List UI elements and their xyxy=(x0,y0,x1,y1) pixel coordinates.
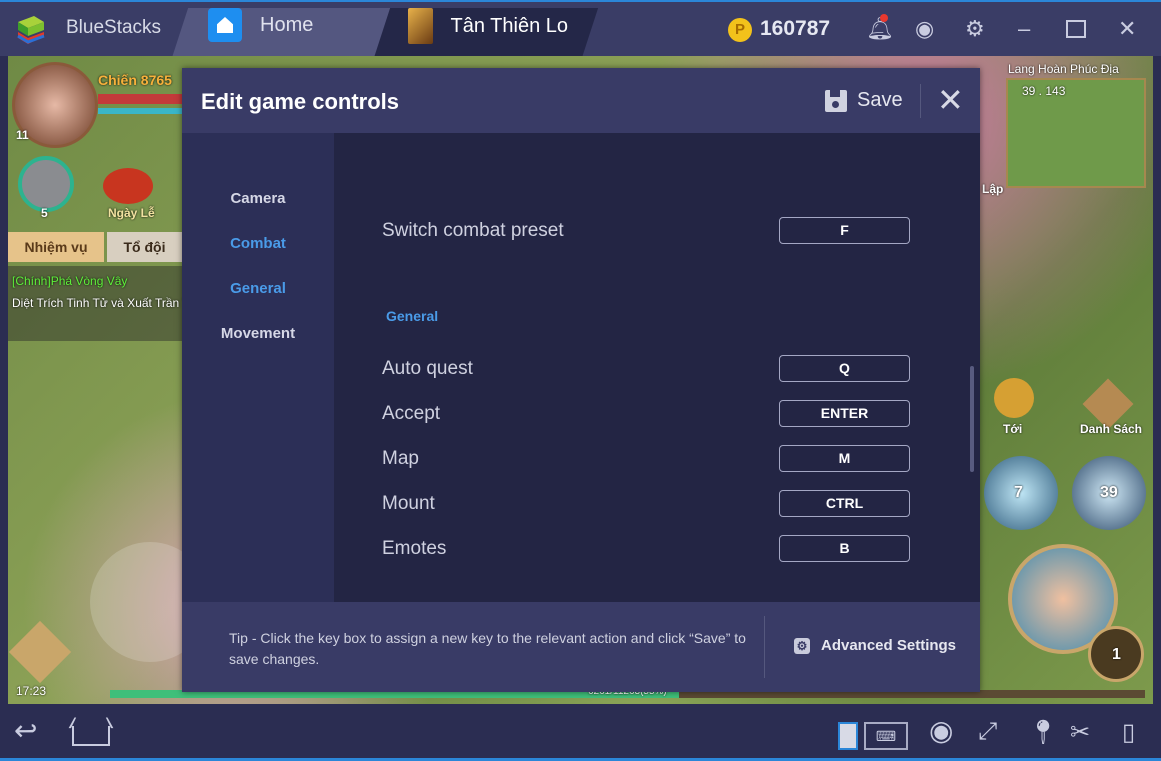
home-icon xyxy=(208,8,242,42)
quest-desc: Diệt Trích Tinh Tử và Xuất Trần Tử xyxy=(12,296,198,310)
clock: 17:23 xyxy=(16,684,47,698)
save-icon xyxy=(825,89,847,112)
toi-icon[interactable] xyxy=(994,378,1034,418)
save-button[interactable]: Save xyxy=(825,89,903,112)
gear-icon[interactable]: ⚙ xyxy=(965,16,985,42)
game-icon xyxy=(408,8,433,44)
category-sidebar: Camera Combat General Movement xyxy=(182,133,334,602)
minimize-icon[interactable]: – xyxy=(1018,16,1030,42)
key-box[interactable]: Q xyxy=(779,355,910,382)
quest-button[interactable]: Nhiệm vụ xyxy=(8,232,104,262)
sidebar-item-combat[interactable]: Combat xyxy=(182,235,334,252)
gear-icon: ⚙ xyxy=(794,637,810,654)
tab-game-label: Tân Thiên Lo xyxy=(450,14,569,37)
coin-count: 160787 xyxy=(760,17,831,40)
key-box[interactable]: CTRL xyxy=(779,490,910,517)
pet-avatar[interactable] xyxy=(18,156,74,212)
control-label: Emotes xyxy=(382,538,447,559)
control-label: Auto quest xyxy=(382,358,473,379)
app-brand: BlueStacks xyxy=(66,17,162,38)
dialog-header: Edit game controls Save ✕ xyxy=(182,68,980,133)
danh-sach-label: Danh Sách xyxy=(1080,422,1143,436)
combat-power: Chiến 8765 xyxy=(98,72,172,88)
footer-divider xyxy=(764,616,765,678)
hp-bar xyxy=(98,94,188,104)
skill-3-count: 1 xyxy=(1112,646,1121,663)
advanced-settings-label: Advanced Settings xyxy=(821,637,957,654)
coin-icon: P xyxy=(728,18,752,42)
control-label: Mount xyxy=(382,493,435,514)
camera-button[interactable] xyxy=(8,620,72,684)
header-divider xyxy=(920,84,921,118)
pet-level: 5 xyxy=(41,206,48,220)
key-box[interactable]: F xyxy=(779,217,910,244)
bell-icon[interactable]: 🔔︎ xyxy=(866,14,894,42)
team-button[interactable]: Tổ đội xyxy=(107,232,182,262)
key-box[interactable]: ENTER xyxy=(779,400,910,427)
level: 11 xyxy=(16,128,29,142)
map-coords: 39 . 143 xyxy=(1022,84,1066,98)
tab-home-label: Home xyxy=(260,13,314,36)
sidebar-item-general[interactable]: General xyxy=(182,280,334,297)
close-dialog-button[interactable]: ✕ xyxy=(937,84,964,116)
sidebar-item-movement[interactable]: Movement xyxy=(182,325,334,342)
scissors-icon[interactable]: ✂ xyxy=(1070,718,1090,747)
mp-bar xyxy=(98,108,188,114)
profile-icon[interactable]: ◉ xyxy=(915,16,934,42)
keyboard-icon[interactable]: ⌨ xyxy=(864,722,908,750)
skill-1-cooldown: 7 xyxy=(1014,484,1023,501)
scrollbar[interactable] xyxy=(970,366,974,472)
bottom-toolbar: ↩ ⌨ ◉ ⤢ 📍︎ ✂ ▯ xyxy=(0,704,1161,761)
keyboard-toggle-icon[interactable] xyxy=(838,722,858,750)
save-label: Save xyxy=(857,89,903,111)
maximize-icon[interactable] xyxy=(1066,20,1086,38)
lap-label: Lập xyxy=(982,182,1004,196)
key-box[interactable]: B xyxy=(779,535,910,562)
title-bar: BlueStacks Home Tân Thiên Lo P 160787 🔔︎… xyxy=(0,0,1161,58)
skill-2-cooldown: 39 xyxy=(1100,484,1118,501)
home-icon[interactable] xyxy=(68,717,114,746)
holiday-label: Ngày Lễ xyxy=(108,206,155,220)
edit-controls-dialog: Edit game controls Save ✕ Camera Combat … xyxy=(182,68,980,692)
eye-icon[interactable]: ◉ xyxy=(929,714,953,747)
dialog-title: Edit game controls xyxy=(201,89,400,114)
control-label: Map xyxy=(382,448,419,469)
quest-title: [Chính]Phá Vòng Vây xyxy=(12,274,128,288)
section-heading-general: General xyxy=(386,308,439,324)
control-label: Switch combat preset xyxy=(382,220,564,241)
toi-label: Tới xyxy=(1003,422,1023,436)
bluestacks-logo xyxy=(17,16,45,44)
shake-icon[interactable]: ▯ xyxy=(1122,718,1135,747)
lantern-icon[interactable] xyxy=(103,168,153,204)
sidebar-item-camera[interactable]: Camera xyxy=(182,190,334,207)
close-icon[interactable]: ✕ xyxy=(1118,16,1136,42)
location-icon[interactable]: 📍︎ xyxy=(1028,718,1058,747)
advanced-settings-button[interactable]: ⚙ Advanced Settings xyxy=(794,637,956,654)
key-box[interactable]: M xyxy=(779,445,910,472)
dialog-footer: Tip - Click the key box to assign a new … xyxy=(182,602,980,692)
fullscreen-icon[interactable]: ⤢ xyxy=(978,718,997,746)
control-label: Accept xyxy=(382,403,441,424)
tip-text: Tip - Click the key box to assign a new … xyxy=(229,630,746,667)
back-icon[interactable]: ↩ xyxy=(14,714,37,747)
map-name: Lang Hoàn Phúc Địa xyxy=(1008,62,1119,76)
